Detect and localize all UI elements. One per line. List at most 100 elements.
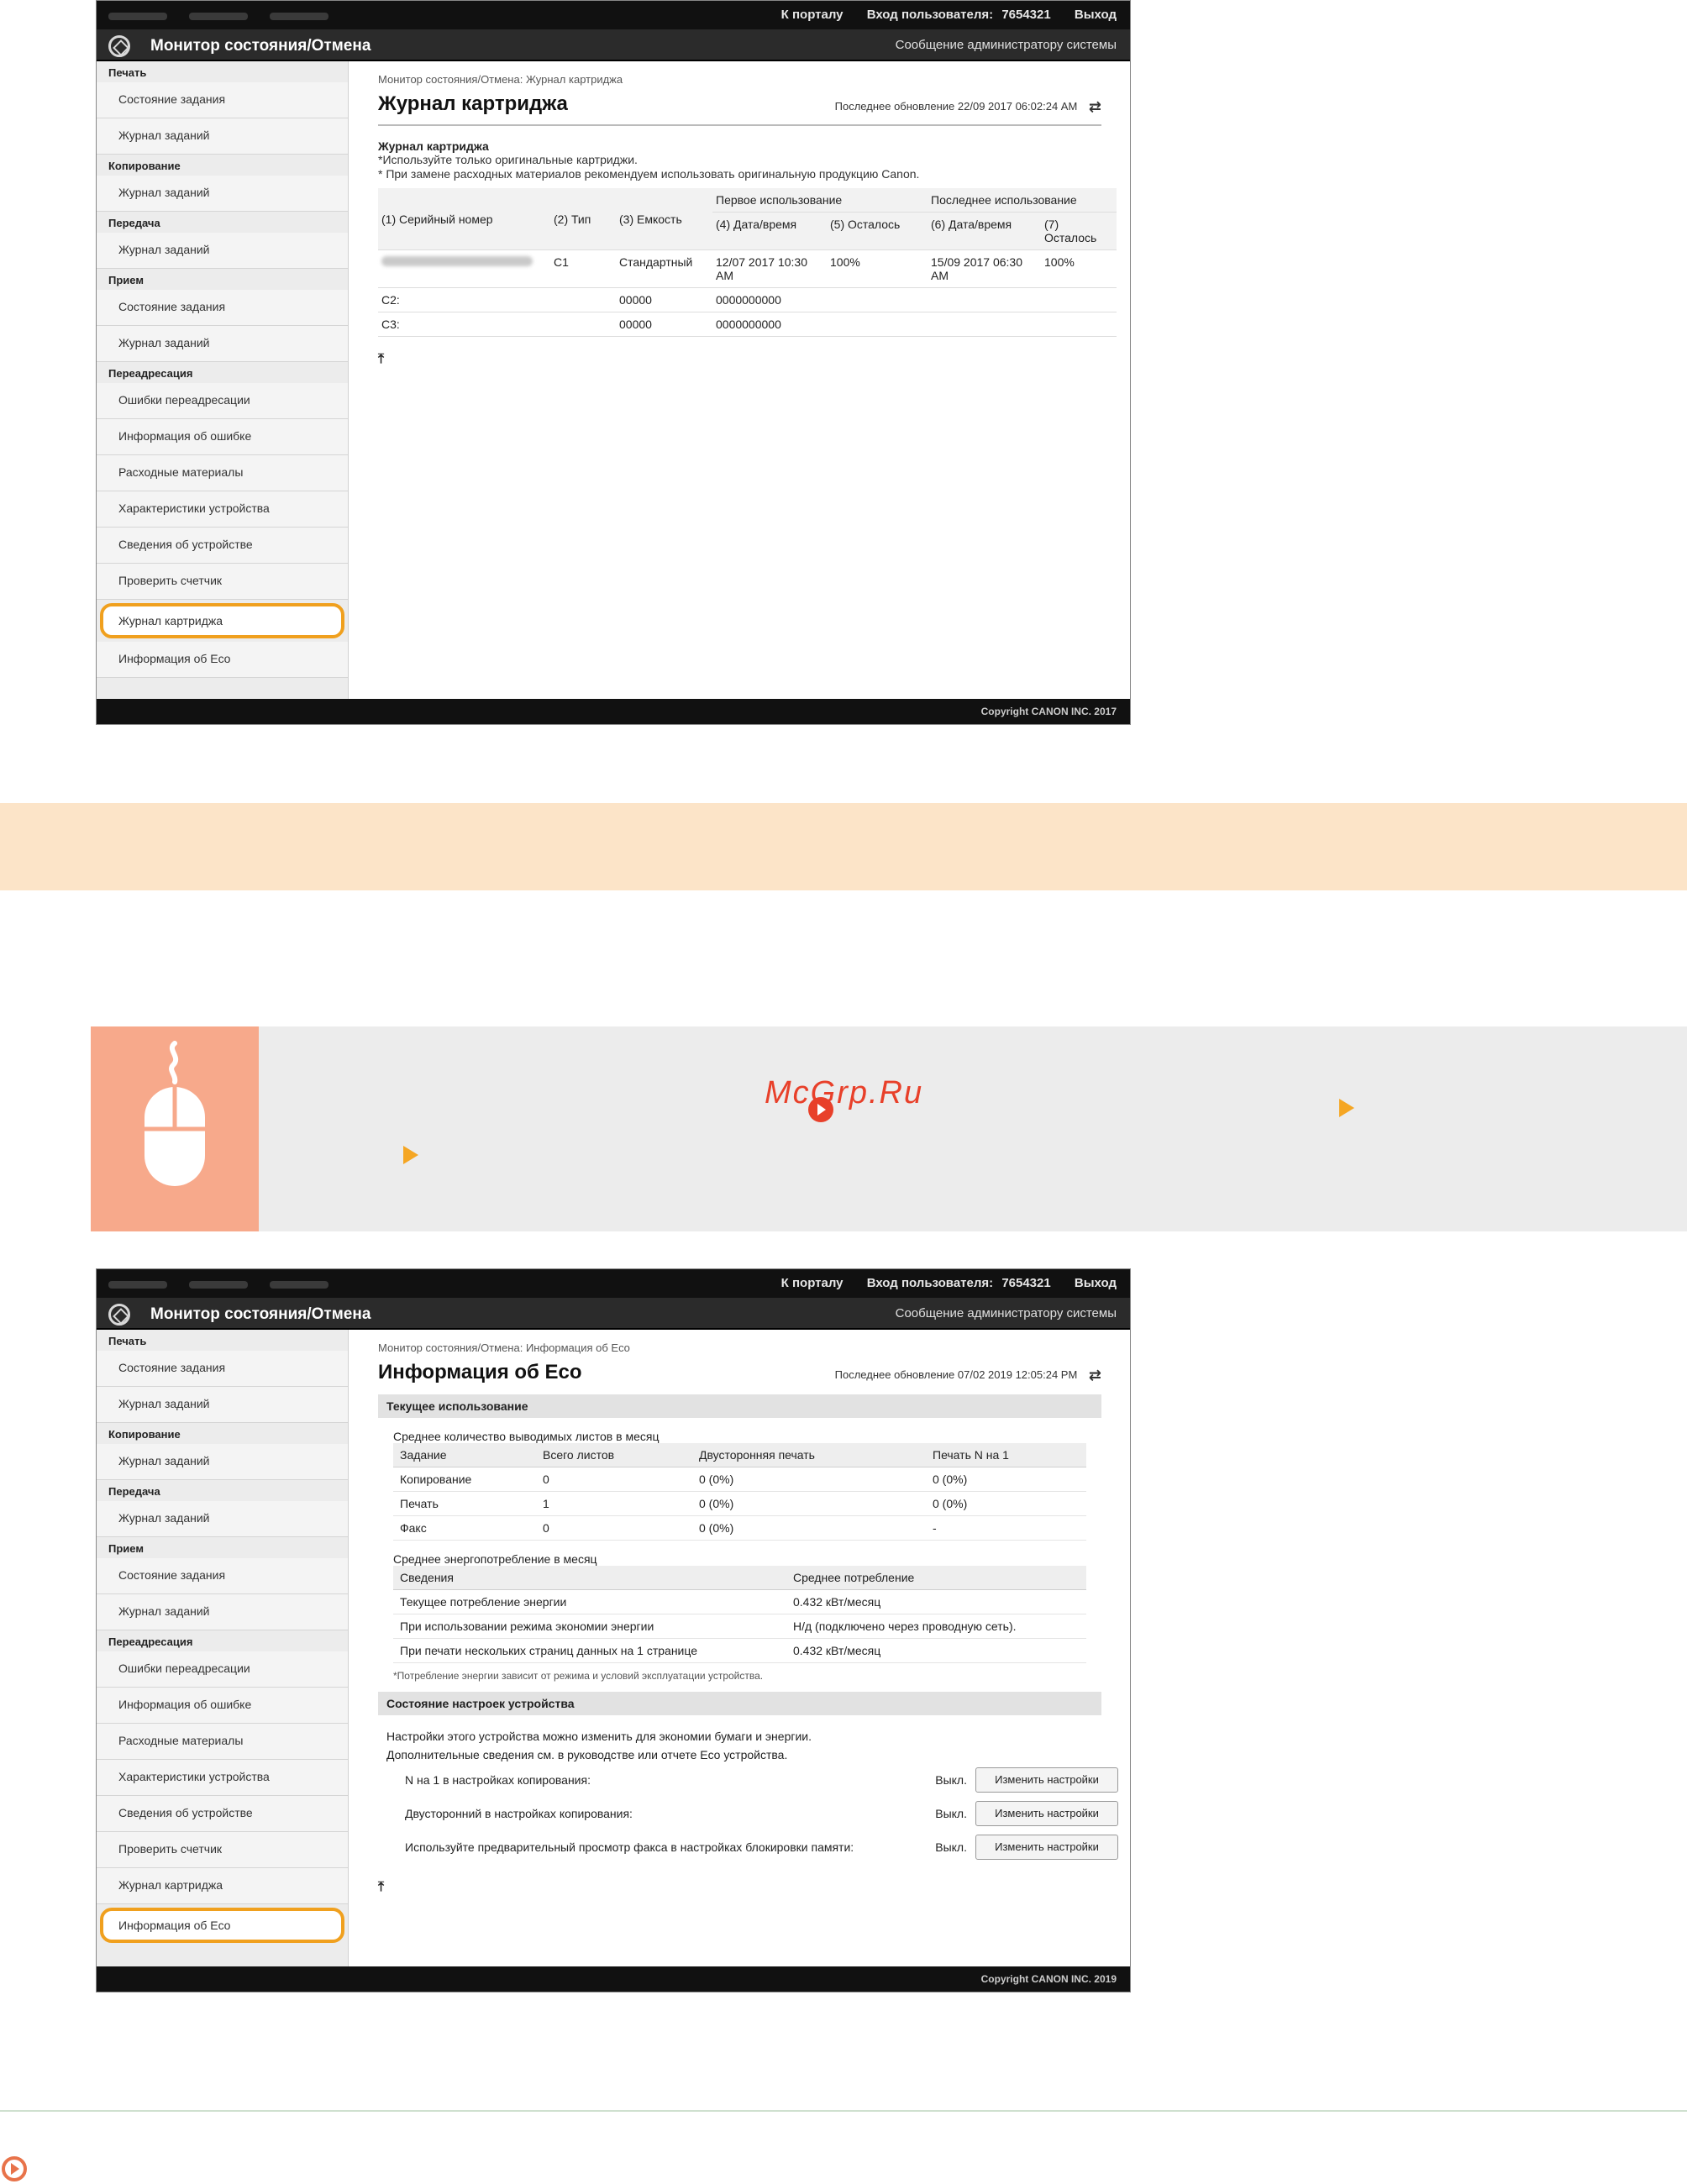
sidebar-item-device-info[interactable]: Сведения об устройстве [97, 528, 348, 564]
sidebar-item-copy-job-log[interactable]: Журнал заданий [97, 1444, 348, 1480]
refresh-icon[interactable]: ⇄ [1089, 1367, 1101, 1384]
table-header: Среднее потребление [786, 1566, 1086, 1590]
setting-label: N на 1 в настройках копирования: [405, 1773, 591, 1787]
row-c2-date: 0000000000 [712, 288, 1117, 312]
top-bar: К порталу Вход пользователя: 7654321 Вых… [97, 1, 1130, 29]
header-last-use: Последнее использование [928, 188, 1117, 213]
table-cell: Текущее потребление энергии [393, 1590, 786, 1614]
row-c3-capacity: 00000 [616, 312, 712, 337]
login-label: Вход пользователя: [866, 8, 994, 22]
user-id: 7654321 [1001, 1276, 1051, 1290]
avg-energy-heading: Среднее энергопотребление в месяц [393, 1552, 597, 1566]
settings-description: Настройки этого устройства можно изменит… [386, 1727, 1130, 1764]
section-heading: Журнал картриджа [378, 139, 489, 153]
header-type: (2) Тип [550, 188, 616, 250]
setting-label: Используйте предварительный просмотр фак… [405, 1840, 854, 1854]
sidebar: Печать Состояние задания Журнал заданий … [97, 61, 349, 699]
status-monitor-logo-icon [108, 35, 130, 57]
logout-link[interactable]: Выход [1075, 1276, 1117, 1290]
portal-link[interactable]: К порталу [781, 8, 844, 22]
sidebar-group-copy: Копирование [108, 160, 181, 172]
sidebar-group-forward: Переадресация [108, 1635, 193, 1648]
sidebar-item-cartridge-log[interactable]: Журнал картриджа [100, 603, 344, 638]
change-settings-button[interactable]: Изменить настройки [975, 1835, 1118, 1860]
sidebar-item-device-features[interactable]: Характеристики устройства [97, 491, 348, 528]
sidebar-item-receive-job-status[interactable]: Состояние задания [97, 290, 348, 326]
note-genuine: *Используйте только оригинальные картрид… [378, 153, 638, 166]
sidebar-item-consumables[interactable]: Расходные материалы [97, 1724, 348, 1760]
cell-first-left: 100% [827, 250, 928, 288]
setting-row-fax-preview: Используйте предварительный просмотр фак… [405, 1831, 1118, 1865]
sidebar-item-receive-job-log[interactable]: Журнал заданий [97, 1594, 348, 1630]
back-to-top-icon[interactable]: ⤒ [378, 352, 1130, 367]
sidebar-item-copy-job-log[interactable]: Журнал заданий [97, 176, 348, 212]
table-cell: 0 (0%) [926, 1492, 1086, 1516]
table-cell: 0.432 кВт/месяц [786, 1639, 1086, 1663]
sidebar-item-receive-job-status[interactable]: Состояние задания [97, 1558, 348, 1594]
sidebar-item-send-job-log[interactable]: Журнал заданий [97, 233, 348, 269]
sidebar-item-eco-info[interactable]: Информация об Eco [97, 642, 348, 678]
table-header: Сведения [393, 1566, 786, 1590]
sidebar-item-print-job-log[interactable]: Журнал заданий [97, 1387, 348, 1423]
admin-message-link[interactable]: Сообщение администратору системы [896, 1306, 1117, 1320]
header-date-4: (4) Дата/время [712, 213, 827, 250]
sidebar-group-send: Передача [108, 217, 160, 229]
sidebar-group-receive: Прием [108, 1542, 144, 1555]
header-capacity: (3) Емкость [616, 188, 712, 250]
sidebar-item-send-job-log[interactable]: Журнал заданий [97, 1501, 348, 1537]
table-cell: - [926, 1516, 1086, 1541]
refresh-icon[interactable]: ⇄ [1089, 98, 1101, 116]
login-label: Вход пользователя: [866, 1276, 994, 1290]
last-update-time: 22/09 2017 06:02:24 AM [957, 99, 1078, 113]
title-bar: Монитор состояния/Отмена Сообщение админ… [97, 29, 1130, 61]
settings-text-1: Настройки этого устройства можно изменит… [386, 1730, 812, 1743]
change-settings-button[interactable]: Изменить настройки [975, 1801, 1118, 1826]
sidebar-item-device-info[interactable]: Сведения об устройстве [97, 1796, 348, 1832]
table-cell: 0 [536, 1516, 692, 1541]
header-serial: (1) Серийный номер [378, 188, 550, 250]
table-cell: При печати нескольких страниц данных на … [393, 1639, 786, 1663]
header-first-use: Первое использование [712, 188, 928, 213]
cell-last-date: 15/09 2017 06:30 AM [928, 250, 1041, 288]
watermark-text: McGrp.Ru [765, 1075, 924, 1110]
sidebar-item-error-info[interactable]: Информация об ошибке [97, 419, 348, 455]
main-content: Монитор состояния/Отмена: Журнал картрид… [349, 61, 1130, 699]
sidebar-item-forward-errors[interactable]: Ошибки переадресации [97, 1651, 348, 1688]
main-content: Монитор состояния/Отмена: Информация об … [349, 1330, 1130, 1966]
sidebar-group-send: Передача [108, 1485, 160, 1498]
tip-band [0, 803, 1687, 890]
sidebar-item-check-counter[interactable]: Проверить счетчик [97, 1832, 348, 1868]
sidebar-item-cartridge-log[interactable]: Журнал картриджа [97, 1868, 348, 1904]
table-header: Задание [393, 1443, 536, 1467]
logout-link[interactable]: Выход [1075, 8, 1117, 22]
row-c3-date: 0000000000 [712, 312, 1117, 337]
sidebar-item-check-counter[interactable]: Проверить счетчик [97, 564, 348, 600]
back-to-top-icon[interactable]: ⤒ [378, 1880, 1130, 1895]
sidebar-item-receive-job-log[interactable]: Журнал заданий [97, 326, 348, 362]
table-cell: Печать [393, 1492, 536, 1516]
sheets-table: Задание Всего листов Двусторонняя печать… [393, 1443, 1086, 1541]
sidebar-item-error-info[interactable]: Информация об ошибке [97, 1688, 348, 1724]
table-cell: 0 (0%) [692, 1467, 926, 1492]
sidebar-item-consumables[interactable]: Расходные материалы [97, 455, 348, 491]
table-cell: 0 [536, 1467, 692, 1492]
step-arrow-icon [403, 1146, 418, 1164]
sidebar-item-eco-info[interactable]: Информация об Eco [100, 1908, 344, 1943]
sidebar-item-device-features[interactable]: Характеристики устройства [97, 1760, 348, 1796]
avg-sheets-heading: Среднее количество выводимых листов в ме… [393, 1430, 660, 1443]
sidebar-item-forward-errors[interactable]: Ошибки переадресации [97, 383, 348, 419]
section-current-usage: Текущее использование [378, 1394, 1101, 1418]
header-date-6: (6) Дата/время [928, 213, 1041, 250]
sidebar-item-print-job-status[interactable]: Состояние задания [97, 82, 348, 118]
cartridge-table: (1) Серийный номер (2) Тип (3) Емкость П… [378, 188, 1117, 337]
eco-info-screenshot: К порталу Вход пользователя: 7654321 Вых… [96, 1268, 1131, 1992]
sidebar-item-print-job-log[interactable]: Журнал заданий [97, 118, 348, 155]
setting-label: Двусторонний в настройках копирования: [405, 1807, 633, 1820]
mouse-icon [145, 1041, 205, 1186]
portal-link[interactable]: К порталу [781, 1276, 844, 1290]
change-settings-button[interactable]: Изменить настройки [975, 1767, 1118, 1793]
sidebar-item-print-job-status[interactable]: Состояние задания [97, 1351, 348, 1387]
app-title: Монитор состояния/Отмена [150, 37, 371, 55]
link-play-icon[interactable] [2, 2156, 27, 2181]
admin-message-link[interactable]: Сообщение администратору системы [896, 38, 1117, 52]
